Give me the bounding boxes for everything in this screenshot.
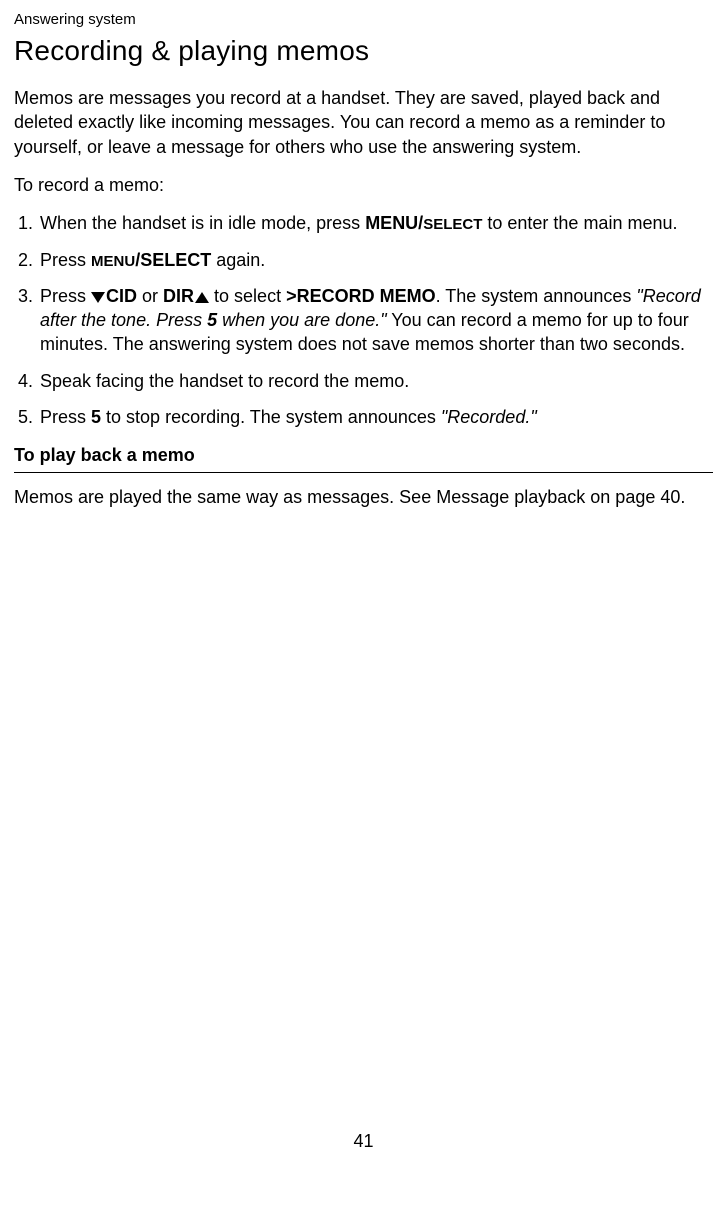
- step-3-select: to select: [209, 286, 286, 306]
- triangle-up-icon: [195, 292, 209, 303]
- step-3-cid: CID: [106, 286, 137, 306]
- step-3-record: >RECORD MEMO: [286, 286, 436, 306]
- step-5-five: 5: [91, 407, 101, 427]
- step-3-quote-5: 5: [207, 310, 217, 330]
- step-3: Press CID or DIR to select >RECORD MEMO.…: [38, 284, 713, 357]
- step-1: When the handset is in idle mode, press …: [38, 211, 713, 235]
- steps-list: When the handset is in idle mode, press …: [14, 211, 713, 429]
- step-1-menu: MENU/: [365, 213, 423, 233]
- step-5-recorded: "Recorded.": [441, 407, 537, 427]
- step-3-or: or: [137, 286, 163, 306]
- step-2-menu: MENU: [91, 253, 135, 270]
- step-3-dir: DIR: [163, 286, 194, 306]
- subheading-playback: To play back a memo: [14, 443, 713, 472]
- step-2-select: /SELECT: [135, 250, 211, 270]
- step-2: Press MENU/SELECT again.: [38, 248, 713, 272]
- step-3-press: Press: [40, 286, 91, 306]
- step-4: Speak facing the handset to record the m…: [38, 369, 713, 393]
- triangle-down-icon: [91, 292, 105, 303]
- page-title: Recording & playing memos: [14, 32, 713, 70]
- step-5: Press 5 to stop recording. The system an…: [38, 405, 713, 429]
- lead-in: To record a memo:: [14, 173, 713, 197]
- step-1-text-b: to enter the main menu.: [482, 213, 677, 233]
- step-3-announces: . The system announces: [436, 286, 637, 306]
- section-header: Answering system: [14, 10, 713, 30]
- step-1-select: SELECT: [423, 216, 482, 233]
- page-number: 41: [14, 1129, 713, 1153]
- intro-paragraph: Memos are messages you record at a hands…: [14, 86, 713, 159]
- step-5-a: Press: [40, 407, 91, 427]
- step-2-text-a: Press: [40, 250, 91, 270]
- step-3-quote-c: when you are done.": [217, 310, 387, 330]
- step-1-text-a: When the handset is in idle mode, press: [40, 213, 365, 233]
- step-2-text-b: again.: [211, 250, 265, 270]
- playback-paragraph: Memos are played the same way as message…: [14, 485, 713, 509]
- step-5-c: to stop recording. The system announces: [101, 407, 441, 427]
